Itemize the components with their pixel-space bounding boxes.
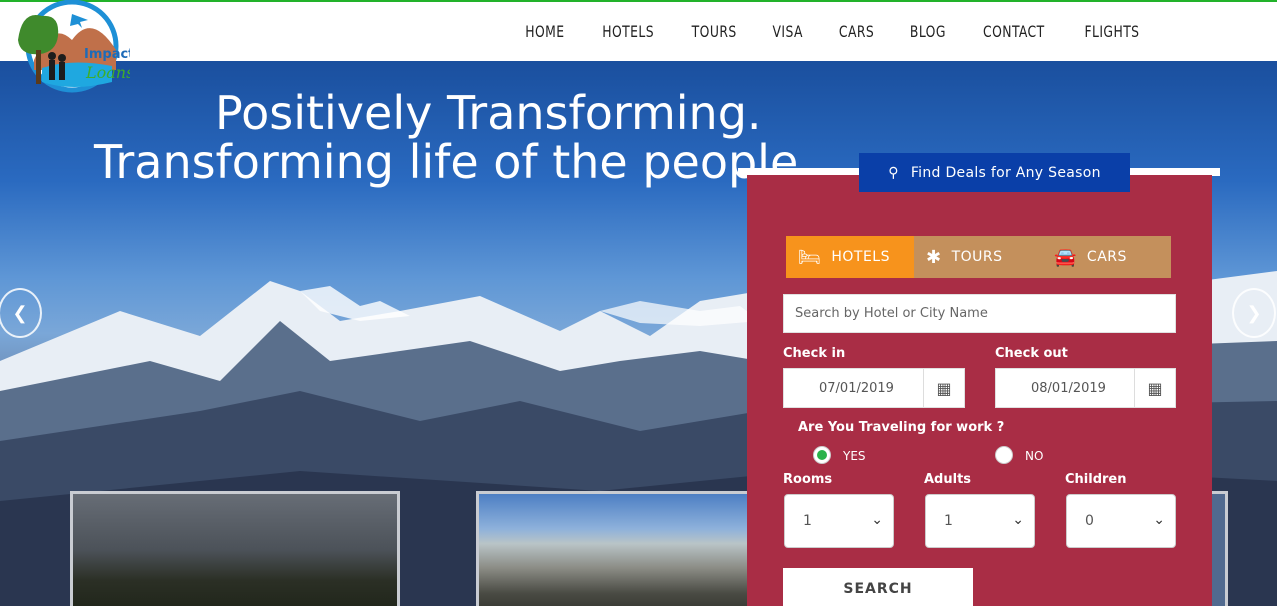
nav-home[interactable]: HOME xyxy=(525,22,564,41)
logo-text-impact: Impact xyxy=(84,47,130,62)
checkin-date-input[interactable]: 07/01/2019 ▦ xyxy=(783,368,965,408)
nav-flights[interactable]: FLIGHTS xyxy=(1085,22,1140,41)
slider-prev-button[interactable]: ❮ xyxy=(0,288,42,338)
checkin-label: Check in xyxy=(783,346,846,361)
slider-next-button[interactable]: ❯ xyxy=(1232,288,1276,338)
search-button[interactable]: SEARCH xyxy=(783,568,973,610)
nav-hotels[interactable]: HOTELS xyxy=(602,22,654,41)
rooms-value: 1 xyxy=(803,513,812,529)
search-panel-title-text: Find Deals for Any Season xyxy=(910,164,1101,181)
car-icon: 🚘 xyxy=(1054,246,1077,268)
checkin-date-value: 07/01/2019 xyxy=(819,380,894,396)
tab-cars-label: CARS xyxy=(1086,249,1127,265)
logo-text-loans: Loans xyxy=(85,63,130,82)
rooms-label: Rooms xyxy=(783,472,833,487)
bed-icon: 🛏 xyxy=(798,246,822,268)
checkout-label: Check out xyxy=(995,346,1068,361)
chevron-down-icon: ⌄ xyxy=(1153,512,1165,528)
children-label: Children xyxy=(1065,472,1127,487)
nav-tours[interactable]: TOURS xyxy=(692,22,737,41)
gallery-thumbnail[interactable] xyxy=(70,491,400,606)
tab-tours-label: TOURS xyxy=(951,249,1003,265)
checkout-date-input[interactable]: 08/01/2019 ▦ xyxy=(995,368,1176,408)
work-yes-label: YES xyxy=(843,449,866,463)
work-travel-question: Are You Traveling for work ? xyxy=(798,420,1005,435)
tab-hotels[interactable]: 🛏 HOTELS xyxy=(786,236,914,278)
calendar-icon[interactable]: ▦ xyxy=(1134,369,1175,407)
main-nav: HOME HOTELS TOURS VISA CARS BLOG CONTACT… xyxy=(492,2,1144,61)
adults-select[interactable]: 1 ⌄ xyxy=(925,494,1035,548)
search-tabs: 🛏 HOTELS ✱ TOURS 🚘 CARS xyxy=(786,236,1171,278)
nav-blog[interactable]: BLOG xyxy=(910,22,946,41)
nav-contact[interactable]: CONTACT xyxy=(983,22,1045,41)
nav-visa[interactable]: VISA xyxy=(773,22,803,41)
tab-hotels-label: HOTELS xyxy=(831,249,890,265)
asterisk-icon: ✱ xyxy=(926,246,942,268)
chevron-down-icon: ⌄ xyxy=(871,512,883,528)
work-yes-radio[interactable] xyxy=(813,446,831,464)
search-icon: ⚲ xyxy=(888,164,899,181)
chevron-left-icon: ❮ xyxy=(12,302,28,323)
tab-cars[interactable]: 🚘 CARS xyxy=(1042,236,1171,278)
tab-tours[interactable]: ✱ TOURS xyxy=(914,236,1042,278)
search-panel-title: ⚲ Find Deals for Any Season xyxy=(859,153,1130,192)
site-logo[interactable]: Impact Loans xyxy=(12,0,134,96)
adults-label: Adults xyxy=(924,472,972,487)
rooms-select[interactable]: 1 ⌄ xyxy=(784,494,894,548)
chevron-right-icon: ❯ xyxy=(1246,302,1262,323)
hotel-search-input[interactable]: Search by Hotel or City Name xyxy=(783,294,1176,333)
children-value: 0 xyxy=(1085,513,1094,529)
work-no-label: NO xyxy=(1025,449,1044,463)
hotel-search-placeholder: Search by Hotel or City Name xyxy=(795,306,988,321)
calendar-icon[interactable]: ▦ xyxy=(923,369,964,407)
hero-line-1: Positively Transforming. xyxy=(215,86,762,140)
hero-line-2: Transforming life of the people xyxy=(93,135,798,189)
chevron-down-icon: ⌄ xyxy=(1012,512,1024,528)
adults-value: 1 xyxy=(944,513,953,529)
site-header: HOME HOTELS TOURS VISA CARS BLOG CONTACT… xyxy=(0,2,1277,61)
nav-cars[interactable]: CARS xyxy=(838,22,873,41)
children-select[interactable]: 0 ⌄ xyxy=(1066,494,1176,548)
work-no-radio[interactable] xyxy=(995,446,1013,464)
checkout-date-value: 08/01/2019 xyxy=(1031,380,1106,396)
gallery-thumbnail[interactable] xyxy=(476,491,756,606)
